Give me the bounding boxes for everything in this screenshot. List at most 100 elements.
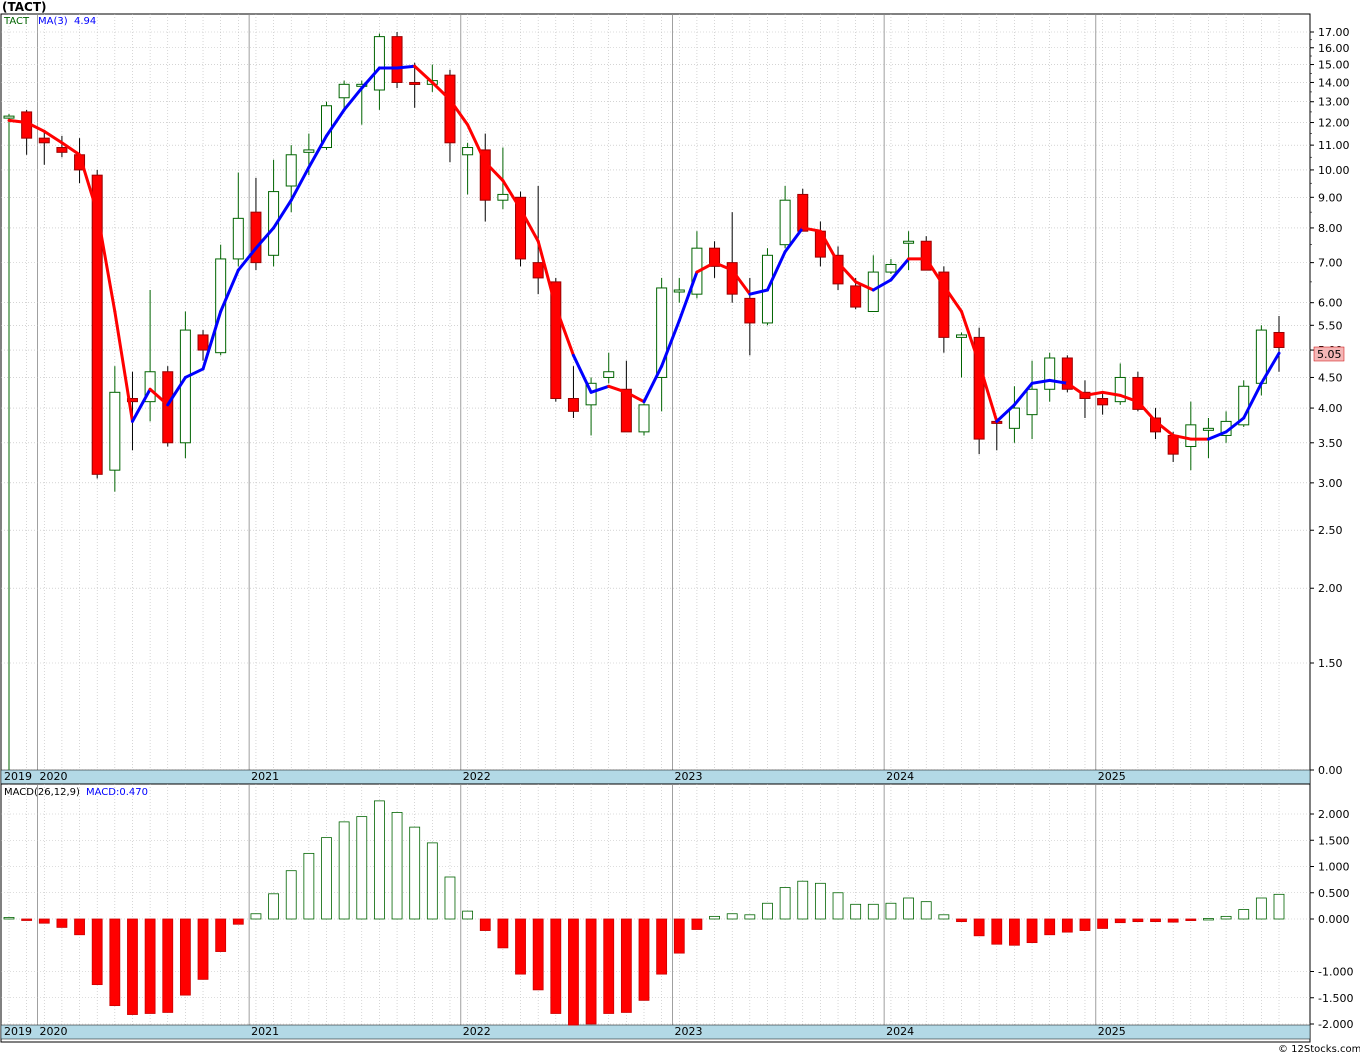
y-tick-label: 15.00: [1318, 59, 1350, 72]
candle-body: [673, 289, 685, 293]
macd-bar: [497, 918, 509, 949]
macd-bar: [867, 903, 879, 920]
y-tick-label: 1.50: [1318, 657, 1343, 670]
macd-bar: [1220, 915, 1232, 920]
macd-bar: [1150, 918, 1161, 923]
macd-bar: [1167, 918, 1179, 923]
candle-body: [956, 334, 967, 338]
macd-indicator-label: MACD(26,12,9): [4, 787, 80, 798]
candle-body: [409, 81, 421, 85]
macd-bar: [1114, 918, 1126, 924]
y-tick-label: 7.00: [1318, 257, 1343, 270]
macd-bar: [321, 837, 332, 920]
macd-bar: [603, 918, 615, 1014]
candle-body: [638, 404, 650, 433]
macd-bar: [673, 918, 685, 954]
y-tick-label: 3.50: [1318, 437, 1343, 450]
macd-value-label: MACD:0.470: [86, 787, 148, 798]
y-tick-label: 11.00: [1318, 139, 1350, 152]
macd-bar: [162, 918, 174, 1013]
candle-body: [497, 193, 509, 201]
legend-symbol: TACT: [3, 16, 30, 27]
macd-bar: [885, 902, 897, 920]
macd-bar: [1061, 918, 1073, 933]
macd-bar: [197, 918, 209, 980]
macd-bar: [709, 915, 720, 920]
candle-body: [567, 398, 579, 412]
y-tick-label: -1.500: [1318, 992, 1353, 1005]
price-panel: [0, 13, 1311, 785]
macd-bar: [409, 826, 421, 920]
x-year-label: 2021: [251, 770, 279, 783]
x-year-label: 2025: [1098, 1025, 1126, 1038]
ma3-segment: [7, 118, 29, 125]
macd-bar: [532, 918, 544, 991]
y-tick-label: 4.50: [1318, 371, 1343, 384]
candle-body: [1273, 331, 1285, 348]
y-tick-label: 13.00: [1318, 96, 1350, 109]
macd-bar: [744, 914, 756, 920]
candle-body: [1167, 434, 1179, 455]
copyright: © 12Stocks.com: [1278, 1044, 1360, 1055]
macd-bar: [285, 870, 297, 920]
legend-ma-value: 4.94: [74, 16, 96, 27]
macd-bar: [620, 918, 632, 1013]
y-tick-label: 12.00: [1318, 117, 1350, 130]
macd-bar: [179, 918, 191, 996]
x-year-label: 2022: [463, 770, 491, 783]
macd-bar: [832, 892, 844, 920]
price-y-axis: 17.00 16.00 15.00 14.00 13.00 12.00 11.00 10.00…: [1310, 26, 1350, 777]
candle-body: [444, 74, 456, 144]
macd-bar: [462, 910, 474, 920]
candle-body: [1044, 357, 1056, 390]
candle: [797, 188, 809, 232]
macd-bar: [515, 918, 526, 975]
x-year-label: 2025: [1098, 770, 1126, 783]
y-tick-label: 5.50: [1318, 319, 1343, 332]
candle-body: [197, 334, 209, 351]
y-tick-label: -2.000: [1318, 1018, 1353, 1031]
y-tick-label: 1.500: [1318, 834, 1350, 847]
candle-body: [1026, 388, 1038, 416]
macd-bar: [850, 903, 862, 920]
candle-body: [338, 83, 350, 99]
macd-bar: [1009, 918, 1020, 946]
x-year-label: 2019: [4, 770, 32, 783]
y-tick-label: 2.000: [1318, 808, 1350, 821]
candle-body: [285, 154, 297, 187]
macd-bar: [762, 902, 773, 920]
macd-bar: [444, 876, 456, 920]
candle-body: [797, 193, 809, 232]
candle-body: [38, 137, 50, 144]
macd-bar: [127, 918, 138, 1015]
macd-bar: [3, 917, 15, 920]
macd-bar: [1255, 897, 1267, 920]
y-tick-label: 6.00: [1318, 297, 1343, 310]
y-tick-label: 9.00: [1318, 191, 1343, 204]
x-year-label: 2019: [4, 1025, 32, 1038]
y-tick-label: 10.00: [1318, 164, 1350, 177]
macd-bar: [268, 893, 279, 920]
stock-chart: 17.00 16.00 15.00 14.00 13.00 12.00 11.00 10.00…: [0, 0, 1360, 1055]
macd-bar: [814, 882, 826, 920]
y-tick-label: 17.00: [1318, 26, 1350, 39]
candle-body: [56, 147, 68, 153]
macd-bar: [38, 918, 50, 924]
macd-bar: [215, 918, 227, 952]
macd-bar: [920, 901, 932, 920]
candle-body: [1185, 424, 1197, 448]
macd-bar: [144, 918, 156, 1014]
macd-bar: [356, 816, 368, 920]
candle-body: [885, 263, 897, 273]
macd-bar: [74, 918, 85, 936]
macd-bar: [1238, 909, 1250, 920]
macd-bar: [374, 800, 385, 920]
macd-bar: [585, 918, 597, 1025]
macd-bar: [479, 918, 491, 931]
ma3-segment: [395, 64, 417, 70]
y-tick-label: 0.00: [1318, 764, 1343, 777]
macd-bar: [1079, 918, 1091, 931]
candle-body: [373, 36, 385, 91]
macd-bar: [21, 918, 33, 921]
macd-y-axis: 2.000 1.500 1.000 0.500 0.000 -1.000 -1.500 -2.…: [1310, 808, 1353, 1031]
